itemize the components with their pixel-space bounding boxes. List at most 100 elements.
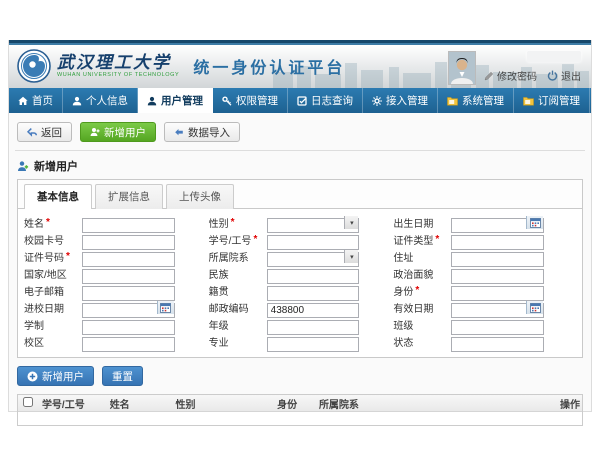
nav-item-user-management[interactable]: 用户管理 — [138, 88, 213, 113]
tabs: 基本信息 扩展信息 上传头像 — [18, 180, 582, 209]
new-user-panel: 基本信息 扩展信息 上传头像 姓名* 性别*▾ 出生日期 校园卡号 学号/工号*… — [17, 179, 583, 358]
nav-item-access-management[interactable]: 接入管理 — [363, 88, 438, 113]
field-label: 住址 — [393, 249, 451, 264]
basic-info-form: 姓名* 性别*▾ 出生日期 校园卡号 学号/工号* 证件类型* 证件号码* 所属… — [18, 209, 582, 357]
nav-item-system-management[interactable]: 系统管理 — [438, 88, 514, 113]
nav-item-log-query[interactable]: 日志查询 — [288, 88, 363, 113]
field-label: 进校日期 — [24, 300, 82, 315]
main-nav: 首页 个人信息 用户管理 权限管理 日志查询 接入管理 系统管理 订阅管理 — [9, 88, 591, 113]
field-label: 电子邮箱 — [24, 283, 82, 298]
username-redacted — [527, 51, 581, 62]
calendar-icon[interactable] — [526, 301, 543, 314]
add-user-toolbar-button[interactable]: 新增用户 — [80, 122, 156, 142]
nav-label: 首页 — [32, 93, 53, 108]
tab-basic-info[interactable]: 基本信息 — [24, 184, 92, 209]
field-label: 学号/工号* — [209, 232, 267, 247]
identity-input[interactable] — [451, 286, 544, 301]
table-empty-row — [18, 412, 582, 425]
university-logo — [17, 49, 51, 83]
content: 返回 新增用户 数据导入 新增用户 基本信息 扩展信息 上传头像 姓名* — [9, 113, 591, 426]
address-input[interactable] — [451, 252, 544, 267]
field-label: 学制 — [24, 317, 82, 332]
field-label: 邮政编码 — [209, 300, 267, 315]
political-status-input[interactable] — [451, 269, 544, 284]
name-input[interactable] — [82, 218, 175, 233]
nav-item-permission-management[interactable]: 权限管理 — [213, 88, 288, 113]
reset-button[interactable]: 重置 — [102, 366, 143, 386]
nav-label: 订阅管理 — [538, 93, 580, 108]
user-avatar — [448, 51, 476, 85]
import-arrow-icon — [174, 128, 184, 137]
chevron-down-icon[interactable]: ▾ — [344, 250, 358, 263]
form-actions: 新增用户 重置 — [17, 366, 583, 386]
field-label: 校园卡号 — [24, 232, 82, 247]
user-icon — [147, 96, 157, 106]
log-check-icon — [297, 96, 307, 106]
country-input[interactable] — [82, 269, 175, 284]
platform-title: 统一身份认证平台 — [193, 54, 345, 78]
field-label: 民族 — [209, 266, 267, 281]
email-input[interactable] — [82, 286, 175, 301]
column-header: 性别 — [173, 396, 275, 411]
campus-input[interactable] — [82, 337, 175, 352]
user-add-icon — [17, 160, 29, 172]
nav-item-personal-info[interactable]: 个人信息 — [63, 88, 138, 113]
id-number-input[interactable] — [82, 252, 175, 267]
users-table: 学号/工号 姓名 性别 身份 所属院系 操作 — [17, 394, 583, 426]
education-length-input[interactable] — [82, 320, 175, 335]
gear-icon — [372, 96, 382, 106]
column-header: 操作 — [558, 396, 582, 411]
tab-upload-avatar[interactable]: 上传头像 — [166, 184, 234, 209]
id-type-input[interactable] — [451, 235, 544, 250]
field-label: 性别* — [209, 215, 267, 230]
nav-item-subscription-management[interactable]: 订阅管理 — [514, 88, 590, 113]
back-arrow-icon — [27, 128, 37, 137]
calendar-icon[interactable] — [526, 216, 543, 229]
field-label: 有效日期 — [393, 300, 451, 315]
column-header: 所属院系 — [317, 396, 558, 411]
student-id-input[interactable] — [267, 235, 360, 250]
brand: 武汉理工大学 WUHAN UNIVERSITY OF TECHNOLOGY 统一… — [17, 49, 345, 83]
field-label: 姓名* — [24, 215, 82, 230]
select-all-checkbox[interactable] — [23, 397, 33, 407]
plus-circle-icon — [27, 371, 38, 382]
calendar-icon[interactable] — [157, 301, 174, 314]
submit-add-user-button[interactable]: 新增用户 — [17, 366, 94, 386]
column-header: 身份 — [275, 396, 317, 411]
back-button[interactable]: 返回 — [17, 122, 72, 142]
field-label: 国家/地区 — [24, 266, 82, 281]
native-place-input[interactable] — [267, 286, 360, 301]
ethnicity-input[interactable] — [267, 269, 360, 284]
university-names: 武汉理工大学 WUHAN UNIVERSITY OF TECHNOLOGY — [57, 54, 179, 78]
key-icon — [222, 96, 232, 106]
data-import-button[interactable]: 数据导入 — [164, 122, 240, 142]
field-label: 身份* — [393, 283, 451, 298]
chevron-down-icon[interactable]: ▾ — [344, 216, 358, 229]
app-window: 武汉理工大学 WUHAN UNIVERSITY OF TECHNOLOGY 统一… — [8, 40, 592, 412]
change-password-link[interactable]: 修改密码 — [484, 68, 537, 83]
nav-item-home[interactable]: 首页 — [9, 88, 63, 113]
nav-label: 日志查询 — [311, 93, 353, 108]
column-header: 姓名 — [108, 396, 174, 411]
field-label: 状态 — [393, 334, 451, 349]
nav-label: 接入管理 — [386, 93, 428, 108]
field-label: 政治面貌 — [393, 266, 451, 281]
campus-card-input[interactable] — [82, 235, 175, 250]
folder-icon — [523, 96, 534, 106]
header: 武汉理工大学 WUHAN UNIVERSITY OF TECHNOLOGY 统一… — [9, 45, 591, 88]
major-input[interactable] — [267, 337, 360, 352]
folder-icon — [447, 96, 458, 106]
field-label: 专业 — [209, 334, 267, 349]
logout-link[interactable]: 退出 — [547, 68, 581, 83]
status-input[interactable] — [451, 337, 544, 352]
nav-spacer — [590, 88, 591, 113]
university-name-en: WUHAN UNIVERSITY OF TECHNOLOGY — [57, 72, 179, 78]
grade-input[interactable] — [267, 320, 360, 335]
class-input[interactable] — [451, 320, 544, 335]
field-label: 证件号码* — [24, 249, 82, 264]
tab-extended-info[interactable]: 扩展信息 — [95, 184, 163, 209]
toolbar: 返回 新增用户 数据导入 — [15, 113, 585, 151]
postal-code-input[interactable] — [267, 303, 360, 318]
power-icon — [547, 70, 558, 81]
university-name-cn: 武汉理工大学 — [57, 54, 179, 72]
